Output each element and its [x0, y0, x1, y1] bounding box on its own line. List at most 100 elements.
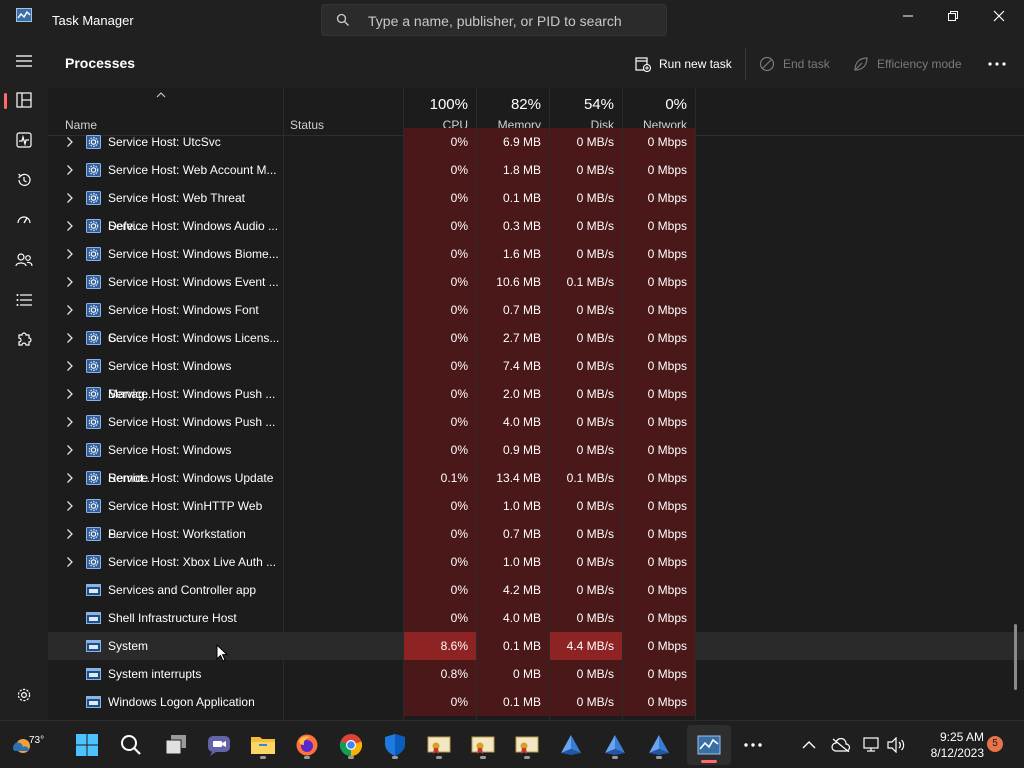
certificate-app-button-3[interactable]	[511, 729, 543, 761]
process-memory: 4.2 MB	[502, 583, 541, 597]
chevron-right-icon[interactable]	[66, 304, 74, 316]
table-row[interactable]: Service Host: Web Account M... 0% 1.8 MB 0 …	[48, 156, 1024, 184]
notification-badge[interactable]: 5	[987, 736, 1003, 752]
table-row[interactable]: Service Host: Xbox Live Auth ... 0% 1.0 MB…	[48, 548, 1024, 576]
search-input[interactable]: Type a name, publisher, or PID to search	[321, 4, 667, 36]
process-network: 0 Mbps	[647, 219, 687, 233]
taskbar-overflow-button[interactable]	[737, 729, 769, 761]
gear-icon	[86, 555, 101, 569]
chevron-right-icon[interactable]	[66, 416, 74, 428]
chevron-right-icon[interactable]	[66, 276, 74, 288]
chrome-button[interactable]	[335, 729, 367, 761]
chevron-right-icon[interactable]	[66, 556, 74, 568]
sidebar-item-performance[interactable]	[4, 122, 44, 158]
gear-icon	[86, 499, 101, 513]
table-row[interactable]: Service Host: UtcSvc 0% 6.9 MB 0 MB/s 0 Mbps	[48, 128, 1024, 156]
table-row[interactable]: System interrupts 0.8% 0 MB 0 MB/s 0 Mbps	[48, 660, 1024, 688]
volume-button[interactable]	[880, 729, 912, 761]
process-cpu: 0%	[450, 331, 468, 345]
chevron-right-icon[interactable]	[66, 472, 74, 484]
process-memory: 4.0 MB	[502, 415, 541, 429]
table-row[interactable]: Service Host: Windows Font C... 0% 0.7 MB 0…	[48, 296, 1024, 345]
chevron-right-icon[interactable]	[66, 136, 74, 148]
pyramid-app-button-3[interactable]	[643, 729, 675, 761]
table-row[interactable]: Service Host: Windows Push ... 0% 2.0 MB 0 …	[48, 380, 1024, 408]
pyramid-app-button-1[interactable]	[555, 729, 587, 761]
sidebar-item-settings[interactable]	[4, 677, 44, 713]
process-status	[290, 240, 400, 268]
chevron-right-icon[interactable]	[66, 528, 74, 540]
table-row[interactable]: Service Host: Workstation 0% 0.7 MB 0 MB/s 0…	[48, 520, 1024, 548]
certificate-app-button-1[interactable]	[423, 729, 455, 761]
more-options-button[interactable]	[988, 52, 1006, 76]
table-row[interactable]: Service Host: Windows Remot... 0% 0.9 MB 0 …	[48, 436, 1024, 485]
show-hidden-icons-button[interactable]	[793, 729, 825, 761]
table-row[interactable]: Service Host: Windows Biome... 0% 1.6 MB 0 …	[48, 240, 1024, 268]
table-row[interactable]: Service Host: Windows Manag... 0% 7.4 MB 0 …	[48, 352, 1024, 401]
task-manager-taskbar-button[interactable]	[687, 725, 731, 765]
onedrive-button[interactable]	[825, 729, 857, 761]
process-cpu: 0%	[450, 359, 468, 373]
pyramid-app-button-2[interactable]	[599, 729, 631, 761]
chevron-right-icon[interactable]	[66, 248, 74, 260]
table-row[interactable]: Windows Logon Application 0% 0.1 MB 0 MB/s 0…	[48, 688, 1024, 716]
table-row[interactable]: Service Host: Windows Push ... 0% 4.0 MB 0 …	[48, 408, 1024, 436]
windows-security-button[interactable]	[379, 729, 411, 761]
end-task-button[interactable]: End task	[759, 52, 830, 76]
chevron-right-icon[interactable]	[66, 444, 74, 456]
chevron-right-icon[interactable]	[66, 192, 74, 204]
page-title: Processes	[65, 55, 136, 71]
sidebar-item-startup-apps[interactable]	[4, 202, 44, 238]
chevron-right-icon[interactable]	[66, 332, 74, 344]
process-cpu: 0%	[450, 247, 468, 261]
process-network: 0 Mbps	[647, 639, 687, 653]
sidebar-item-processes[interactable]	[4, 82, 44, 118]
sidebar-item-details[interactable]	[4, 282, 44, 318]
sidebar-item-services[interactable]	[4, 322, 44, 358]
minimize-button[interactable]	[885, 0, 931, 32]
process-status	[290, 604, 400, 632]
gear-icon	[86, 303, 101, 317]
sidebar-item-menu[interactable]	[4, 43, 44, 79]
table-row[interactable]: System 8.6% 0.1 MB 4.4 MB/s 0 Mbps	[48, 632, 1024, 660]
table-row[interactable]: Service Host: Windows Audio ... 0% 0.3 MB 0…	[48, 212, 1024, 240]
process-memory: 4.0 MB	[502, 611, 541, 625]
sidebar-item-app-history[interactable]	[4, 162, 44, 198]
table-row[interactable]: Service Host: Windows Licens... 0% 2.7 MB 0…	[48, 324, 1024, 352]
certificate-app-button-2[interactable]	[467, 729, 499, 761]
task-view-button[interactable]	[160, 729, 192, 761]
restore-button[interactable]	[930, 0, 976, 32]
clock[interactable]: 9:25 AM 8/12/2023	[912, 729, 984, 761]
firefox-button[interactable]	[291, 729, 323, 761]
taskbar-search-button[interactable]	[115, 729, 147, 761]
chevron-right-icon[interactable]	[66, 500, 74, 512]
process-disk: 0 MB/s	[576, 555, 614, 569]
chevron-right-icon[interactable]	[66, 164, 74, 176]
table-row[interactable]: Service Host: Web Threat Defe... 0% 0.1 MB…	[48, 184, 1024, 233]
close-button[interactable]	[976, 0, 1022, 32]
weather-widget[interactable]: 73°	[6, 729, 44, 761]
file-explorer-button[interactable]	[247, 729, 279, 761]
teams-chat-icon	[208, 736, 230, 756]
start-button[interactable]	[71, 729, 103, 761]
table-row[interactable]: Service Host: Windows Update 0.1% 13.4 MB 0…	[48, 464, 1024, 492]
process-name: Service Host: Web Account M...	[108, 163, 277, 177]
chevron-right-icon[interactable]	[66, 360, 74, 372]
scrollbar-thumb[interactable]	[1014, 624, 1017, 690]
process-network: 0 Mbps	[647, 667, 687, 681]
table-row[interactable]: Service Host: Windows Event ... 0% 10.6 MB…	[48, 268, 1024, 296]
chevron-right-icon[interactable]	[66, 388, 74, 400]
leaf-icon	[854, 57, 868, 71]
process-name: System interrupts	[108, 667, 202, 681]
table-row[interactable]: Shell Infrastructure Host 0% 4.0 MB 0 MB/s 0…	[48, 604, 1024, 632]
chevron-right-icon[interactable]	[66, 220, 74, 232]
run-new-task-button[interactable]: Run new task	[635, 52, 732, 76]
process-name: Service Host: Windows Licens...	[108, 331, 280, 345]
sidebar-item-users[interactable]	[4, 242, 44, 278]
chat-button[interactable]	[203, 729, 235, 761]
process-status	[290, 492, 400, 520]
search-icon	[121, 735, 141, 755]
efficiency-mode-button[interactable]: Efficiency mode	[853, 52, 962, 76]
table-row[interactable]: Services and Controller app 0% 4.2 MB 0 MB/…	[48, 576, 1024, 604]
table-row[interactable]: Service Host: WinHTTP Web P... 0% 1.0 MB 0 …	[48, 492, 1024, 541]
